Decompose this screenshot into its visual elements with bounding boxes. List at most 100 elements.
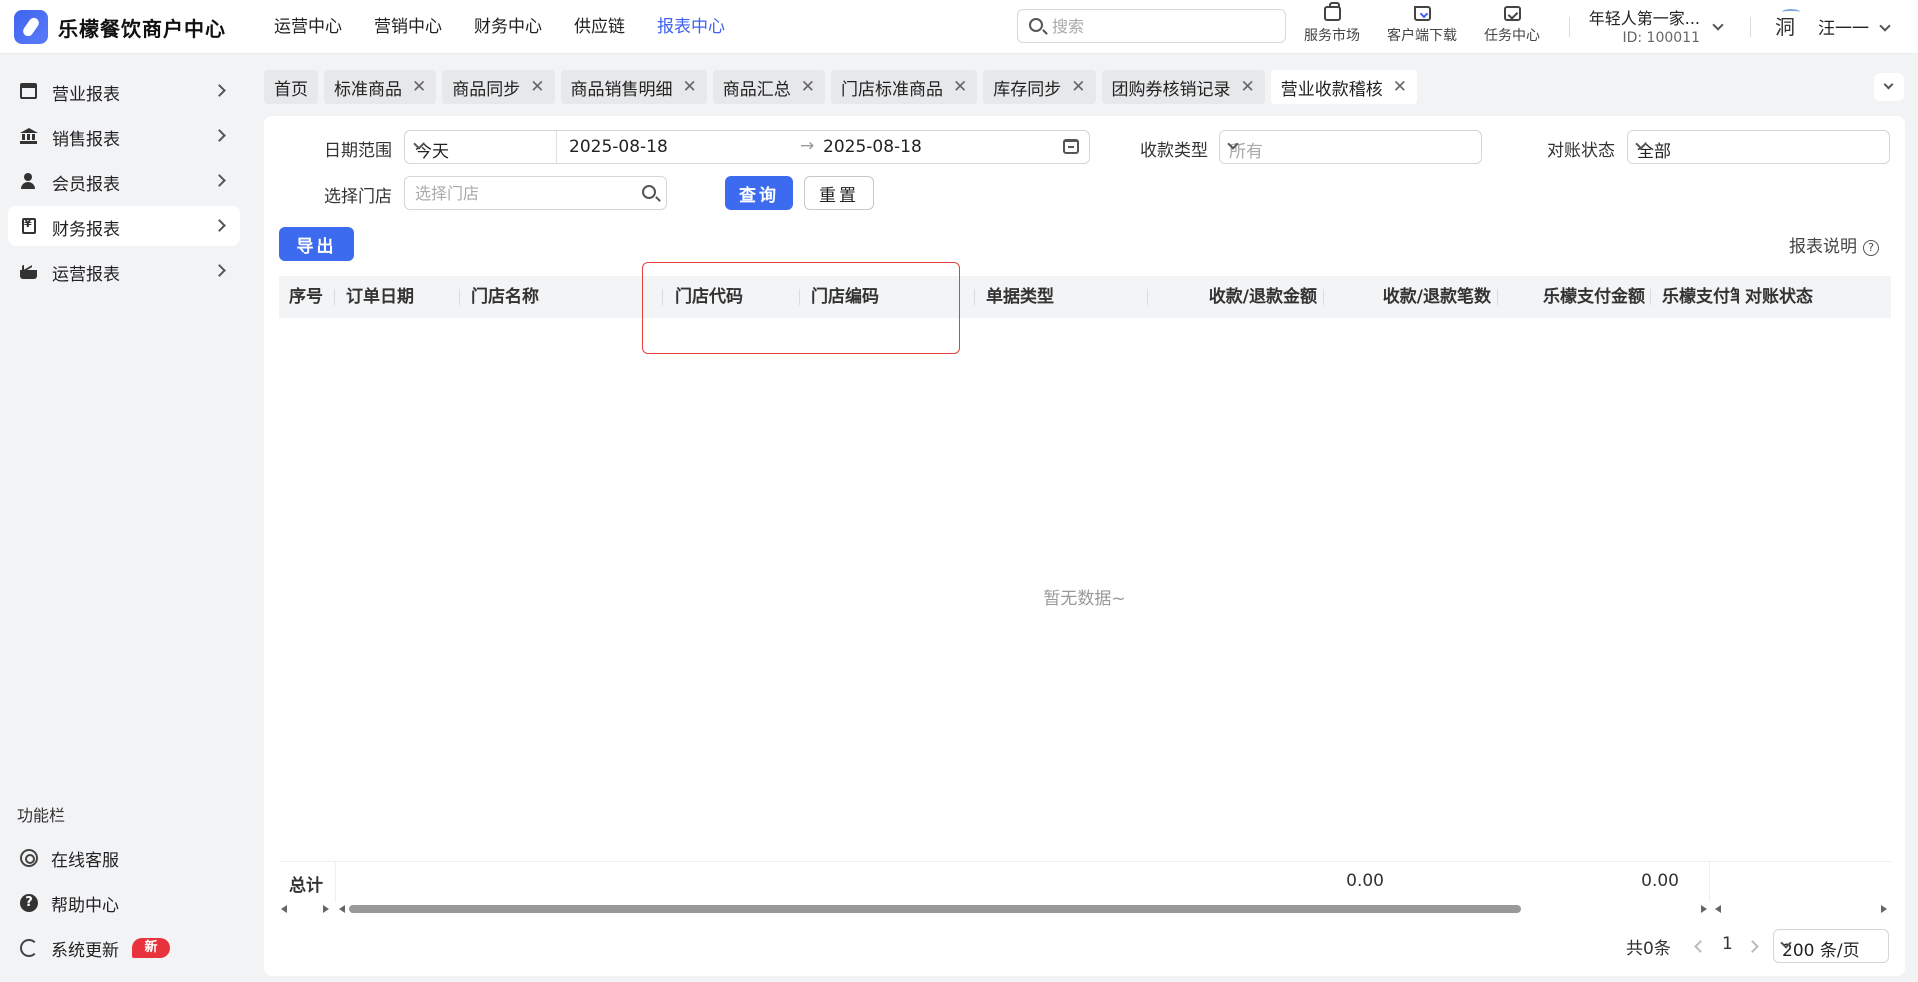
tab-revenue-audit[interactable]: 营业收款稽核 ✕ bbox=[1270, 70, 1417, 104]
col-store-number[interactable]: 门店编码 bbox=[811, 276, 901, 318]
sidebar-item-member-report[interactable]: 会员报表 bbox=[8, 161, 240, 201]
horizontal-scrollbar[interactable] bbox=[279, 901, 1891, 917]
close-icon[interactable]: ✕ bbox=[683, 78, 697, 96]
search-icon[interactable] bbox=[642, 185, 656, 199]
page-size-value: 200 条/页 bbox=[1782, 941, 1860, 961]
chevron-right-icon bbox=[213, 174, 226, 187]
reset-button[interactable]: 重置 bbox=[804, 176, 874, 210]
col-index: 序号 bbox=[289, 287, 323, 307]
close-icon[interactable]: ✕ bbox=[953, 78, 967, 96]
topnav-supply-chain[interactable]: 供应链 bbox=[574, 0, 625, 54]
tab-home[interactable]: 首页 bbox=[264, 70, 318, 104]
report-help-link[interactable]: 报表说明? bbox=[1789, 232, 1879, 257]
topnav-finance[interactable]: 财务中心 bbox=[474, 0, 542, 54]
close-icon[interactable]: ✕ bbox=[530, 78, 544, 96]
tab-label: 首页 bbox=[274, 79, 308, 100]
col-divider bbox=[1147, 289, 1148, 305]
close-icon[interactable]: ✕ bbox=[1241, 78, 1255, 96]
date-range-label: 日期范围 bbox=[324, 141, 392, 161]
pagination-total: 共0条 bbox=[1626, 939, 1671, 959]
user-menu[interactable]: 汪一一 bbox=[1818, 14, 1891, 39]
topnav-marketing[interactable]: 营销中心 bbox=[374, 0, 442, 54]
merchant-id: ID: 100011 bbox=[1622, 30, 1700, 46]
tab-store-standard-goods[interactable]: 门店标准商品 ✕ bbox=[831, 70, 978, 104]
summary-amount: 0.00 bbox=[1346, 871, 1384, 891]
summary-row: 总计 0.00 0.00 bbox=[279, 861, 1891, 902]
col-store-code[interactable]: 门店代码 bbox=[675, 276, 765, 318]
date-end-field[interactable]: 2025-08-18 bbox=[823, 137, 922, 157]
col-divider bbox=[334, 289, 335, 305]
date-start-field[interactable]: 2025-08-18 bbox=[569, 137, 668, 157]
tab-goods-sync[interactable]: 商品同步 ✕ bbox=[442, 70, 555, 104]
store-search-input[interactable] bbox=[415, 182, 625, 204]
scroll-right-icon[interactable] bbox=[1701, 905, 1707, 913]
service-market-button[interactable]: 服务市场 bbox=[1292, 2, 1372, 50]
tab-label: 团购券核销记录 bbox=[1111, 79, 1231, 100]
task-center-label: 任务中心 bbox=[1484, 28, 1540, 44]
client-download-button[interactable]: 客户端下载 bbox=[1382, 4, 1462, 50]
scroll-left-icon[interactable] bbox=[1715, 905, 1721, 913]
sidebar-item-label: 营业报表 bbox=[52, 85, 120, 105]
col-amount[interactable]: 收款/退款金额 bbox=[1179, 276, 1317, 318]
chevron-right-icon bbox=[213, 264, 226, 277]
main-panel: 日期范围 今天 2025-08-18 → 2025-08-18 收款类型 所有 … bbox=[264, 116, 1905, 976]
col-recon-status[interactable]: 对账状态 bbox=[1739, 276, 1829, 318]
tab-label: 商品销售明细 bbox=[570, 79, 673, 100]
tab-label: 库存同步 bbox=[993, 79, 1062, 100]
headset-icon bbox=[20, 849, 38, 867]
pagination-current-page[interactable]: 1 bbox=[1722, 934, 1733, 954]
merchant-switcher[interactable]: 年轻人第一家... ID: 100011 bbox=[1586, 3, 1726, 51]
scroll-left-icon[interactable] bbox=[281, 905, 287, 913]
sidebar-item-operations-report[interactable]: 运营报表 bbox=[8, 251, 240, 291]
brand-logo-icon[interactable] bbox=[14, 10, 48, 44]
tab-standard-goods[interactable]: 标准商品 ✕ bbox=[324, 70, 437, 104]
scroll-left-icon[interactable] bbox=[339, 905, 345, 913]
sidebar-item-sales-report[interactable]: 销售报表 bbox=[8, 116, 240, 156]
global-search-input[interactable] bbox=[1052, 15, 1272, 37]
scroll-right-icon[interactable] bbox=[323, 905, 329, 913]
scroll-right-icon[interactable] bbox=[1881, 905, 1887, 913]
close-icon[interactable]: ✕ bbox=[801, 78, 815, 96]
sidebar-item-business-report[interactable]: 营业报表 bbox=[8, 71, 240, 111]
sidebar-item-finance-report[interactable]: 财务报表 bbox=[8, 206, 240, 246]
col-doc-type[interactable]: 单据类型 bbox=[986, 276, 1086, 318]
pay-type-select[interactable]: 所有 bbox=[1219, 130, 1482, 164]
col-lemeng-count[interactable]: 乐檬支付笔 bbox=[1662, 276, 1744, 318]
close-icon[interactable]: ✕ bbox=[1393, 78, 1407, 96]
tabs-more-button[interactable] bbox=[1874, 73, 1904, 101]
summary-label: 总计 bbox=[289, 876, 323, 896]
sidebar-item-label: 销售报表 bbox=[52, 130, 120, 150]
page-size-select[interactable]: 200 条/页 bbox=[1773, 929, 1889, 963]
topnav-reports[interactable]: 报表中心 bbox=[657, 0, 725, 54]
task-center-button[interactable]: 任务中心 bbox=[1472, 4, 1552, 50]
tab-goods-sales-detail[interactable]: 商品销售明细 ✕ bbox=[560, 70, 707, 104]
col-store-name[interactable]: 门店名称 bbox=[471, 276, 591, 318]
date-preset-select[interactable]: 今天 bbox=[405, 131, 557, 163]
close-icon[interactable]: ✕ bbox=[1071, 78, 1085, 96]
chevron-down-icon bbox=[1712, 19, 1724, 31]
close-icon[interactable]: ✕ bbox=[412, 78, 426, 96]
calendar-icon[interactable] bbox=[1063, 139, 1079, 154]
export-button[interactable]: 导出 bbox=[279, 227, 354, 261]
brand-name[interactable]: 乐檬餐饮商户中心 bbox=[58, 13, 226, 42]
query-button[interactable]: 查询 bbox=[725, 176, 793, 210]
recon-status-select[interactable]: 全部 bbox=[1627, 130, 1890, 164]
avatar[interactable]: 洞 bbox=[1770, 9, 1800, 42]
col-lemeng-amount[interactable]: 乐檬支付金额 bbox=[1509, 276, 1645, 318]
global-search[interactable] bbox=[1017, 9, 1286, 43]
help-icon: ? bbox=[20, 894, 38, 912]
clipboard-check-icon bbox=[1503, 6, 1521, 21]
system-update-label: 系统更新 bbox=[51, 941, 119, 961]
scrollbar-thumb[interactable] bbox=[349, 905, 1521, 913]
tab-group-coupon-records[interactable]: 团购券核销记录 ✕ bbox=[1101, 70, 1265, 104]
download-folder-icon bbox=[1413, 6, 1431, 21]
tab-inventory-sync[interactable]: 库存同步 ✕ bbox=[983, 70, 1096, 104]
col-count[interactable]: 收款/退款笔数 bbox=[1339, 276, 1491, 318]
tab-goods-summary[interactable]: 商品汇总 ✕ bbox=[712, 70, 825, 104]
topnav-operations[interactable]: 运营中心 bbox=[274, 0, 342, 54]
col-order-date[interactable]: 订单日期 bbox=[346, 276, 436, 318]
chevron-right-icon bbox=[213, 219, 226, 232]
bank-icon bbox=[20, 128, 38, 144]
tab-label: 商品同步 bbox=[452, 79, 521, 100]
tab-label: 标准商品 bbox=[334, 79, 402, 100]
